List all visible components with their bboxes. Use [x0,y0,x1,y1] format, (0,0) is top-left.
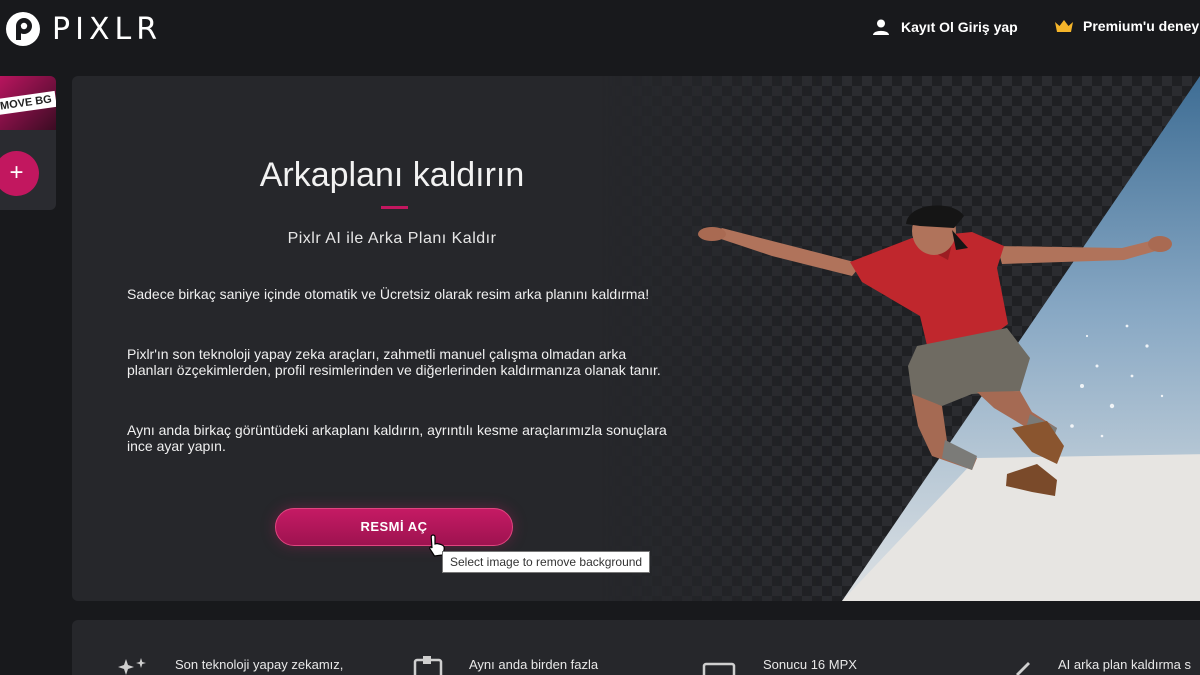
title-underline [381,206,408,209]
premium-label: Premium'u deney [1083,18,1200,34]
page-subtitle: Pixlr AI ile Arka Planı Kaldır [287,230,497,247]
features-strip: Son teknoloji yapay zekamız, Aynı anda b… [72,620,1200,675]
remove-bg-thumbnail[interactable]: MOVE BG [0,76,56,130]
top-bar: PIXLR Kayıt Ol Giriş yap Premium'u deney [0,0,1200,62]
description-paragraph-2: Pixlr'ın son teknoloji yapay zeka araçla… [127,346,661,378]
monitor-icon [702,662,736,675]
premium-link[interactable]: Premium'u deney [1054,18,1199,34]
crown-icon [1055,20,1073,32]
page-title: Arkaplanı kaldırın [259,156,525,194]
open-image-button[interactable]: RESMİ AÇ [275,508,513,546]
login-signup-link[interactable]: Kayıt Ol Giriş yap [872,18,1018,36]
pixlr-logo-icon [6,12,40,46]
feature-label-3: Sonucu 16 MPX [763,657,857,672]
thumbnail-label: MOVE BG [0,90,56,116]
pen-icon [1016,662,1030,675]
tooltip: Select image to remove background [442,551,651,573]
stack-icon [413,656,443,675]
description-paragraph-1: Sadece birkaç saniye içinde otomatik ve … [127,286,650,302]
user-icon [873,19,889,35]
brand-name: PIXLR [52,11,163,47]
add-button[interactable]: + [0,151,39,196]
recent-tools-sidebar: MOVE BG + [0,76,56,210]
description-paragraph-3: Aynı anda birkaç görüntüdeki arkaplanı k… [127,422,667,454]
sparkles-icon [118,658,146,675]
feature-label-2: Aynı anda birden fazla [469,657,599,672]
hero-photo [698,76,1200,601]
hero-card: Arkaplanı kaldırın Pixlr AI ile Arka Pla… [72,76,1200,601]
pixlr-logo[interactable]: PIXLR [6,10,162,48]
feature-label-4: AI arka plan kaldırma s [1058,657,1191,672]
feature-label-1: Son teknoloji yapay zekamız, [175,657,344,672]
login-signup-label: Kayıt Ol Giriş yap [901,19,1018,35]
